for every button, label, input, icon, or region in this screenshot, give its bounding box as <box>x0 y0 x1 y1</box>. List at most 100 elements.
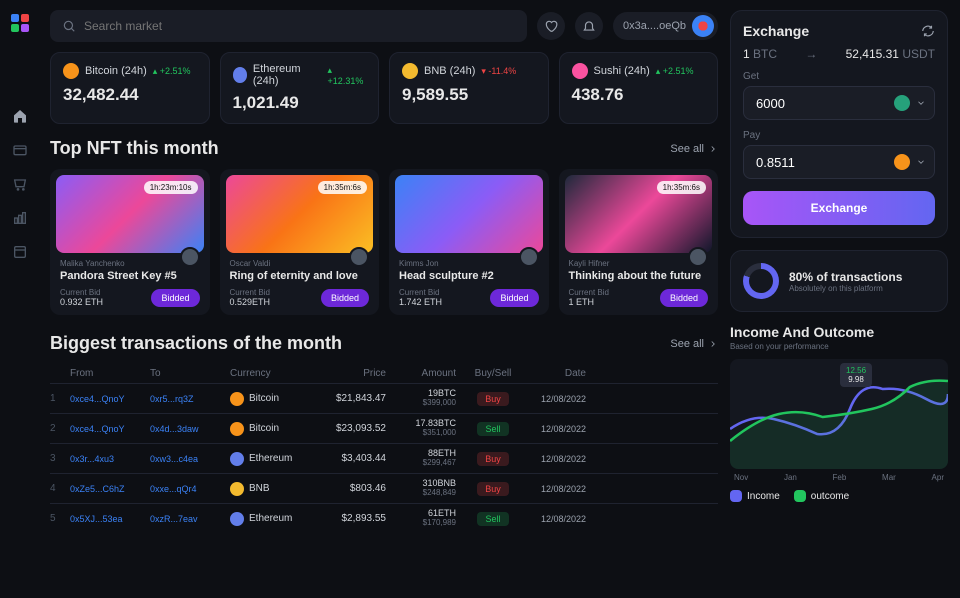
nft-card[interactable]: 1h:35m:6s Oscar Valdi Ring of eternity a… <box>220 169 380 315</box>
exchange-button[interactable]: Exchange <box>743 191 935 225</box>
currency: Ethereum <box>230 512 320 526</box>
search-field[interactable] <box>84 19 515 33</box>
favorites-button[interactable] <box>537 12 565 40</box>
to-address[interactable]: 0xxe...qQr4 <box>150 484 230 494</box>
ticker-card[interactable]: Sushi (24h) ▴ +2.51% 438.76 <box>559 52 719 124</box>
currency: BNB <box>230 482 320 496</box>
to-address[interactable]: 0xw3...c4ea <box>150 454 230 464</box>
chart-legend: Income outcome <box>730 490 948 502</box>
amount: 310BNB$248,849 <box>394 479 464 498</box>
bid-value: 1 ETH <box>569 297 609 307</box>
pay-input[interactable]: 0.8511 <box>743 145 935 179</box>
chevron-right-icon <box>708 339 718 349</box>
table-row[interactable]: 4 0xZe5...C6hZ 0xxe...qQr4 BNB $803.46 3… <box>50 473 718 503</box>
stats-panel: 80% of transactions Absolutely on this p… <box>730 250 948 312</box>
table-row[interactable]: 5 0x5XJ...53ea 0xzR...7eav Ethereum $2,8… <box>50 503 718 533</box>
nav-wallet-icon[interactable] <box>12 142 28 158</box>
nft-card[interactable]: 1h:35m:6s Kayli Hifner Thinking about th… <box>559 169 719 315</box>
bid-label: Current Bid <box>569 288 609 297</box>
get-input[interactable]: 6000 <box>743 86 935 120</box>
to-address[interactable]: 0x4d...3daw <box>150 424 230 434</box>
exchange-panel: Exchange 1 BTC → 52,415.31 USDT Get 6000… <box>730 10 948 238</box>
nft-section-title: Top NFT this month <box>50 138 219 159</box>
chart-x-axis: NovJanFebMarApr <box>730 473 948 482</box>
nft-image: 1h:35m:6s <box>226 175 374 253</box>
axis-label: Feb <box>833 473 847 482</box>
nav-cart-icon[interactable] <box>12 176 28 192</box>
to-address[interactable]: 0xr5...rq3Z <box>150 394 230 404</box>
ticker-change: ▴ +2.51% <box>656 66 694 77</box>
axis-label: Nov <box>734 473 748 482</box>
nav-settings-icon[interactable] <box>12 244 28 260</box>
buy-sell-badge: Buy <box>477 482 509 496</box>
buy-sell-badge: Buy <box>477 452 509 466</box>
date: 12/08/2022 <box>522 424 586 434</box>
notifications-button[interactable] <box>575 12 603 40</box>
ticker-change: ▾ -11.4% <box>481 66 516 77</box>
bid-label: Current Bid <box>399 288 442 297</box>
chevron-right-icon <box>708 144 718 154</box>
nft-timer: 1h:23m:10s <box>144 181 198 194</box>
row-index: 5 <box>50 513 70 524</box>
sushi-icon <box>572 63 588 79</box>
nft-see-all[interactable]: See all <box>670 143 718 155</box>
ticker-name: Sushi (24h) <box>594 65 650 77</box>
ticker-price: 32,482.44 <box>63 85 197 105</box>
nav-home-icon[interactable] <box>12 108 28 124</box>
price: $2,893.55 <box>320 513 394 524</box>
amount: 61ETH$170,989 <box>394 509 464 528</box>
buy-sell-badge: Buy <box>477 392 509 406</box>
bidded-button[interactable]: Bidded <box>490 289 538 307</box>
date: 12/08/2022 <box>522 394 586 404</box>
pay-label: Pay <box>743 130 935 141</box>
nft-title: Ring of eternity and love <box>226 270 374 282</box>
logo[interactable] <box>11 14 29 32</box>
nft-card[interactable]: 1h:23m:10s Malika Yanchenko Pandora Stre… <box>50 169 210 315</box>
from-address[interactable]: 0x3r...4xu3 <box>70 454 150 464</box>
refresh-icon[interactable] <box>921 24 935 38</box>
amount: 17.83BTC$351,000 <box>394 419 464 438</box>
currency: Ethereum <box>230 452 320 466</box>
outcome-swatch <box>794 490 806 502</box>
nav-chart-icon[interactable] <box>12 210 28 226</box>
bidded-button[interactable]: Bidded <box>660 289 708 307</box>
bid-label: Current Bid <box>230 288 271 297</box>
tx-see-all[interactable]: See all <box>670 338 718 350</box>
table-row[interactable]: 1 0xce4...QnoY 0xr5...rq3Z Bitcoin $21,8… <box>50 383 718 413</box>
bid-value: 1.742 ETH <box>399 297 442 307</box>
bidded-button[interactable]: Bidded <box>321 289 369 307</box>
from-address[interactable]: 0xZe5...C6hZ <box>70 484 150 494</box>
io-chart: 12.56 9.98 <box>730 359 948 469</box>
amount: 19BTC$399,000 <box>394 389 464 408</box>
ticker-card[interactable]: Ethereum (24h) ▴ +12.31% 1,021.49 <box>220 52 380 124</box>
table-row[interactable]: 3 0x3r...4xu3 0xw3...c4ea Ethereum $3,40… <box>50 443 718 473</box>
nft-image: 1h:23m:10s <box>56 175 204 253</box>
ticker-card[interactable]: BNB (24h) ▾ -11.4% 9,589.55 <box>389 52 549 124</box>
chevron-down-icon[interactable] <box>916 157 926 167</box>
from-address[interactable]: 0xce4...QnoY <box>70 424 150 434</box>
income-swatch <box>730 490 742 502</box>
eth-icon <box>230 512 244 526</box>
from-address[interactable]: 0xce4...QnoY <box>70 394 150 404</box>
ticker-change: ▴ +12.31% <box>328 65 366 86</box>
wallet-chip[interactable]: 0x3a....oeQb <box>613 12 718 40</box>
nft-card[interactable]: Kimms Jon Head sculpture #2 Current Bid … <box>389 169 549 315</box>
date: 12/08/2022 <box>522 484 586 494</box>
table-row[interactable]: 2 0xce4...QnoY 0x4d...3daw Bitcoin $23,0… <box>50 413 718 443</box>
search-input[interactable] <box>50 10 527 42</box>
to-address[interactable]: 0xzR...7eav <box>150 514 230 524</box>
avatar <box>692 15 714 37</box>
date: 12/08/2022 <box>522 514 586 524</box>
axis-label: Mar <box>882 473 896 482</box>
ticker-change: ▴ +2.51% <box>153 66 191 77</box>
nft-title: Pandora Street Key #5 <box>56 270 204 282</box>
from-address[interactable]: 0x5XJ...53ea <box>70 514 150 524</box>
author-avatar <box>688 247 708 267</box>
usdt-icon <box>894 95 910 111</box>
price: $803.46 <box>320 483 394 494</box>
nft-image <box>395 175 543 253</box>
amount: 88ETH$299,467 <box>394 449 464 468</box>
chevron-down-icon[interactable] <box>916 98 926 108</box>
ticker-card[interactable]: Bitcoin (24h) ▴ +2.51% 32,482.44 <box>50 52 210 124</box>
bidded-button[interactable]: Bidded <box>151 289 199 307</box>
